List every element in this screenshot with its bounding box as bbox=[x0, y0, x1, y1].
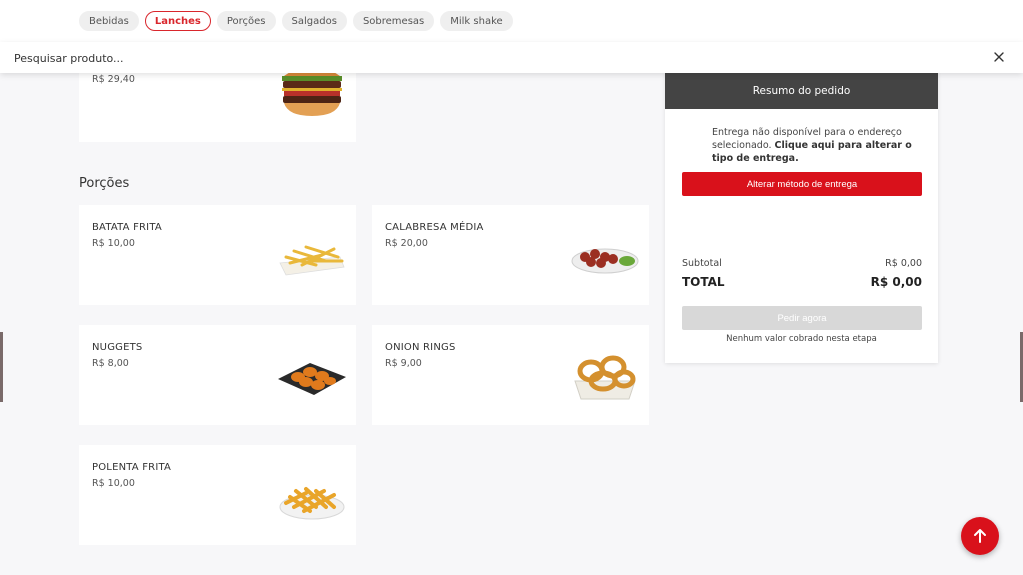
calabresa-image bbox=[571, 248, 639, 274]
order-summary: Resumo do pedido Entrega não disponível … bbox=[665, 72, 938, 363]
search-input[interactable] bbox=[14, 49, 974, 67]
left-edge-tab bbox=[0, 332, 3, 402]
product-card[interactable]: CALABRESA MÉDIA R$ 20,00 bbox=[372, 205, 649, 305]
product-name: NUGGETS bbox=[92, 342, 143, 353]
total-value: R$ 0,00 bbox=[870, 275, 922, 289]
product-price: R$ 29,40 bbox=[92, 74, 135, 85]
category-chip-sobremesas[interactable]: Sobremesas bbox=[352, 11, 435, 31]
product-price: R$ 8,00 bbox=[92, 358, 129, 369]
product-name: BATATA FRITA bbox=[92, 222, 162, 233]
product-card[interactable]: POLENTA FRITA R$ 10,00 bbox=[79, 445, 356, 545]
subtotal-row: Subtotal R$ 0,00 bbox=[682, 258, 922, 269]
product-card[interactable]: NUGGETS R$ 8,00 bbox=[79, 325, 356, 425]
category-bar: Bebidas Lanches Porções Salgados Sobreme… bbox=[0, 0, 1023, 42]
section-title-porcoes: Porções bbox=[79, 176, 130, 191]
onion-rings-image bbox=[574, 355, 636, 400]
total-row: TOTAL R$ 0,00 bbox=[682, 275, 922, 289]
subtotal-value: R$ 0,00 bbox=[885, 258, 922, 269]
total-label: TOTAL bbox=[682, 275, 725, 289]
product-name: CALABRESA MÉDIA bbox=[385, 222, 484, 233]
no-charge-note: Nenhum valor cobrado nesta etapa bbox=[726, 334, 877, 344]
product-name: POLENTA FRITA bbox=[92, 462, 172, 473]
search-bar bbox=[0, 42, 1023, 73]
product-card[interactable]: BATATA FRITA R$ 10,00 bbox=[79, 205, 356, 305]
subtotal-label: Subtotal bbox=[682, 258, 722, 269]
close-icon[interactable] bbox=[991, 49, 1007, 65]
order-summary-title: Resumo do pedido bbox=[665, 72, 938, 109]
category-chip-lanches[interactable]: Lanches bbox=[144, 11, 211, 31]
scroll-to-top-button[interactable] bbox=[961, 517, 999, 555]
product-price: R$ 10,00 bbox=[92, 478, 135, 489]
change-delivery-method-button[interactable]: Alterar método de entrega bbox=[682, 172, 922, 196]
category-chips: Bebidas Lanches Porções Salgados Sobreme… bbox=[79, 11, 513, 31]
delivery-message: Entrega não disponível para o endereço s… bbox=[712, 126, 912, 165]
product-price: R$ 20,00 bbox=[385, 238, 428, 249]
order-now-button[interactable]: Pedir agora bbox=[682, 306, 922, 330]
fries-image bbox=[279, 245, 345, 276]
product-price: R$ 9,00 bbox=[385, 358, 422, 369]
product-price: R$ 10,00 bbox=[92, 238, 135, 249]
nuggets-image bbox=[278, 363, 346, 395]
category-chip-bebidas[interactable]: Bebidas bbox=[79, 11, 139, 31]
category-chip-milk-shake[interactable]: Milk shake bbox=[440, 11, 513, 31]
product-name: ONION RINGS bbox=[385, 342, 456, 353]
category-chip-salgados[interactable]: Salgados bbox=[281, 11, 347, 31]
category-chip-porcoes[interactable]: Porções bbox=[216, 11, 276, 31]
arrow-up-icon bbox=[974, 529, 986, 543]
product-card[interactable]: ONION RINGS R$ 9,00 bbox=[372, 325, 649, 425]
polenta-image bbox=[279, 487, 345, 520]
